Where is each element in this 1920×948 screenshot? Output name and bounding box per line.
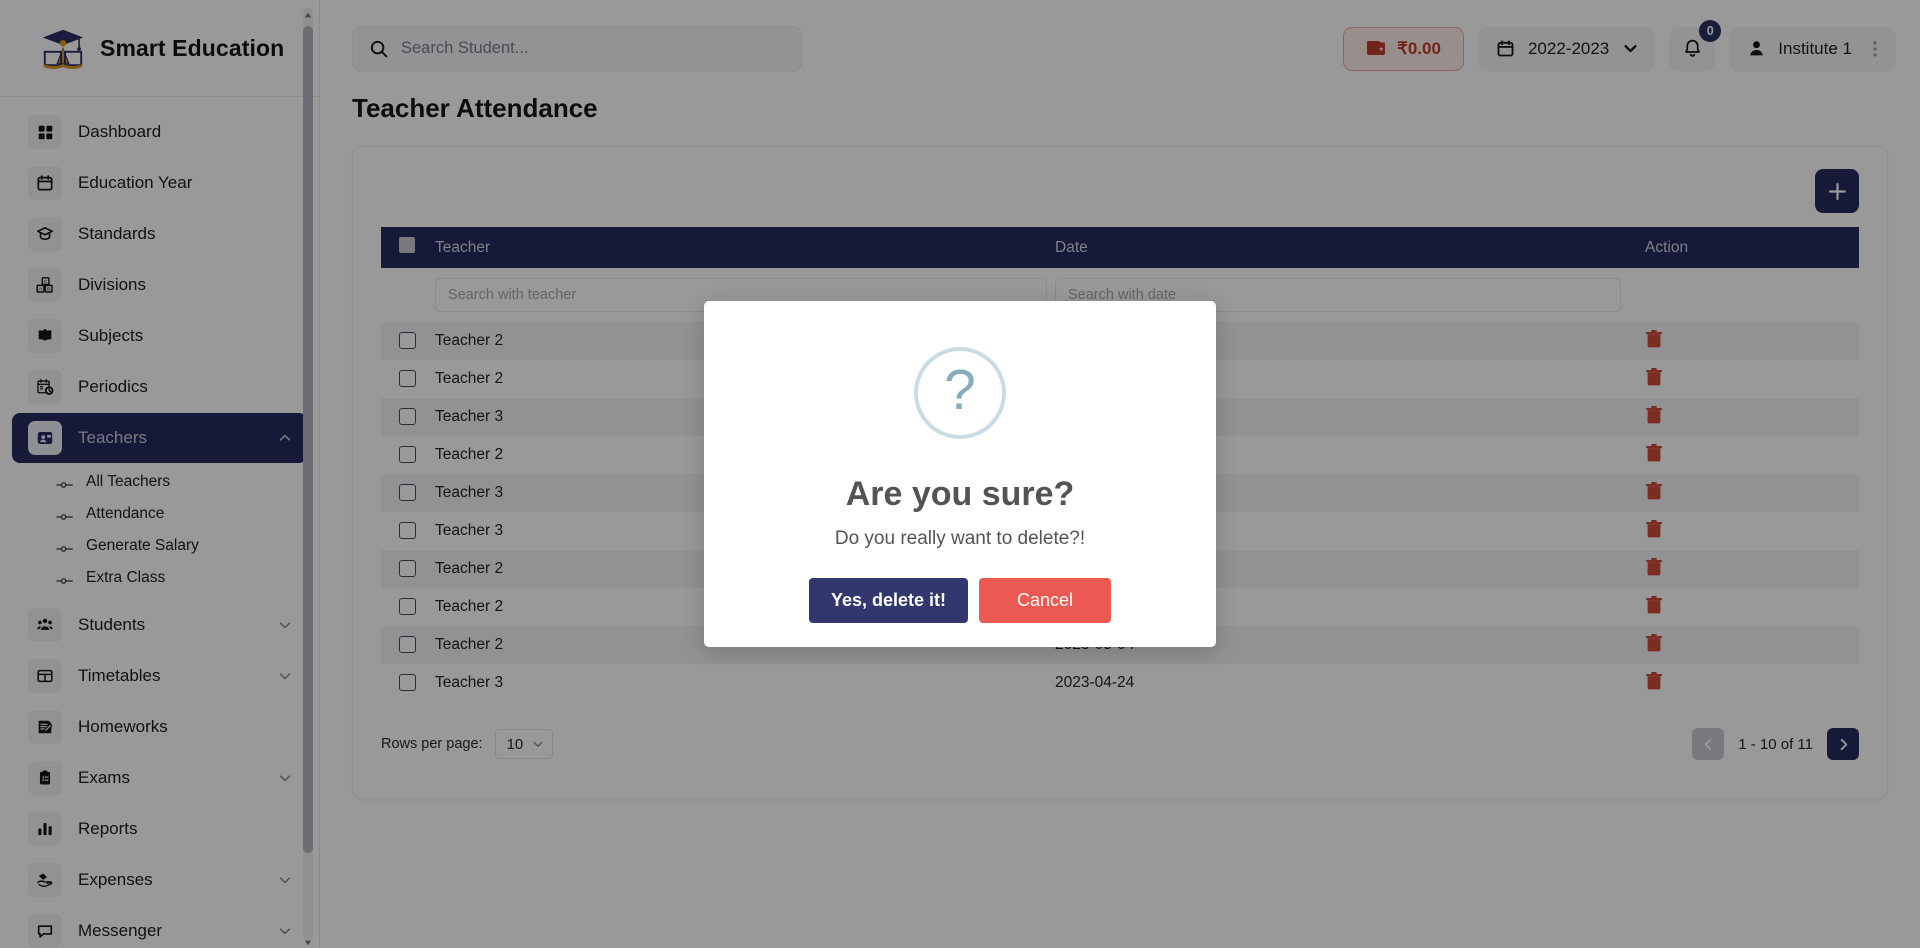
question-mark-icon: ? [914, 347, 1006, 439]
cancel-button[interactable]: Cancel [979, 578, 1112, 623]
app-root: Smart Education Dashboard Education Year [0, 0, 1920, 948]
confirm-delete-dialog: ? Are you sure? Do you really want to de… [704, 301, 1216, 647]
confirm-delete-button[interactable]: Yes, delete it! [808, 578, 969, 623]
modal-actions: Yes, delete it! Cancel [724, 578, 1196, 623]
modal-message: Do you really want to delete?! [834, 528, 1086, 549]
question-mark-glyph: ? [944, 357, 976, 422]
modal-overlay[interactable]: ? Are you sure? Do you really want to de… [0, 0, 1920, 948]
modal-title: Are you sure? [845, 475, 1075, 513]
